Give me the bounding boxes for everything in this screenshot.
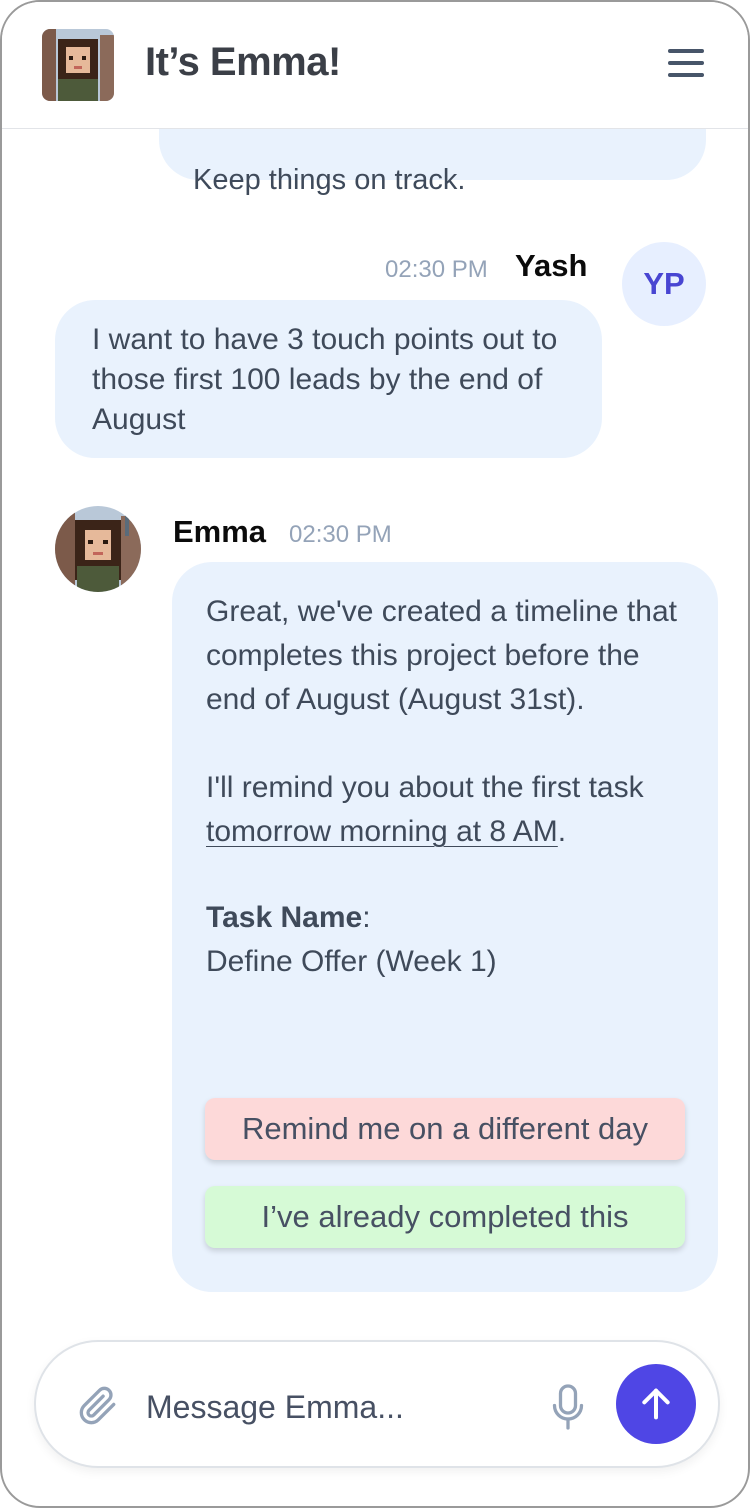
user-message-bubble: I want to have 3 touch points out to tho… xyxy=(55,300,602,458)
microphone-icon[interactable] xyxy=(550,1382,586,1432)
remind-different-day-button[interactable]: Remind me on a different day xyxy=(205,1098,685,1160)
chat-area[interactable]: Keep things on track. 02:30 PM Yash YP I… xyxy=(2,2,748,1332)
emma-paragraph-2: I'll remind you about the first task tom… xyxy=(206,766,696,854)
paperclip-icon[interactable] xyxy=(78,1384,118,1428)
emma-message-time: 02:30 PM xyxy=(289,521,392,548)
header-avatar xyxy=(42,29,114,101)
already-completed-button[interactable]: I’ve already completed this xyxy=(205,1186,685,1248)
emma-message-bubble: Great, we've created a timeline that com… xyxy=(172,562,718,1292)
send-button[interactable] xyxy=(616,1364,696,1444)
emma-message-text: Great, we've created a timeline that com… xyxy=(206,590,696,984)
emma-paragraph-2-suffix: . xyxy=(557,815,567,848)
message-input[interactable] xyxy=(146,1386,536,1428)
task-name-line: Task Name: xyxy=(206,896,696,940)
task-name-value: Define Offer (Week 1) xyxy=(206,945,497,978)
emma-paragraph-2-prefix: I'll remind you about the first task xyxy=(206,771,644,804)
emma-name: Emma xyxy=(173,514,267,549)
task-name-label: Task Name xyxy=(206,901,363,934)
user-message-text: I want to have 3 touch points out to tho… xyxy=(92,323,558,436)
app-frame: Keep things on track. 02:30 PM Yash YP I… xyxy=(0,0,750,1508)
previous-message-text: Keep things on track. xyxy=(193,164,466,196)
reminder-time-link[interactable]: tomorrow morning at 8 AM xyxy=(206,815,558,848)
user-name: Yash xyxy=(515,248,588,283)
user-avatar: YP xyxy=(622,242,706,326)
emma-avatar xyxy=(55,506,141,592)
chat-header: It’s Emma! xyxy=(2,2,748,129)
page-title: It’s Emma! xyxy=(145,40,341,84)
hamburger-menu-icon[interactable] xyxy=(666,46,706,80)
user-message-time: 02:30 PM xyxy=(385,256,488,283)
message-composer xyxy=(34,1340,720,1468)
emma-paragraph-1: Great, we've created a timeline that com… xyxy=(206,595,677,716)
arrow-up-icon xyxy=(642,1388,670,1420)
task-name-colon: : xyxy=(362,901,371,934)
